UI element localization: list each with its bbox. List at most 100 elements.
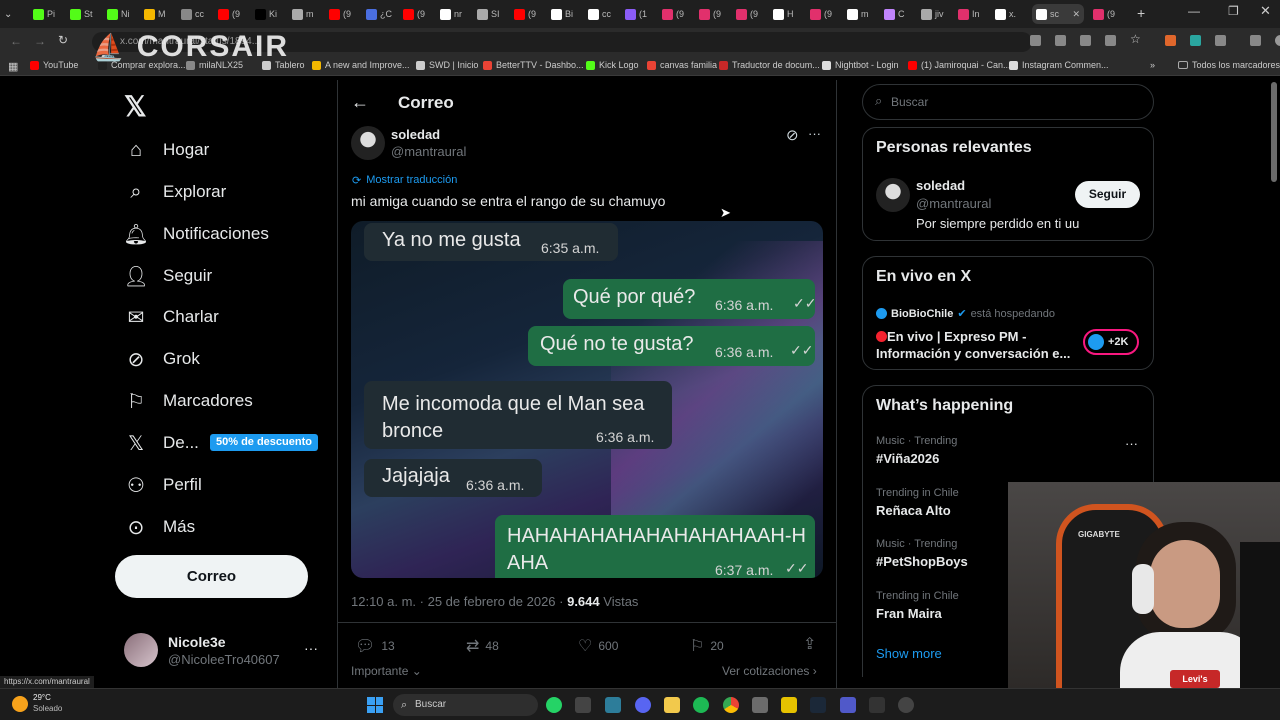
sidebar-item-notificaciones[interactable]: 🔔︎ Notificaciones (123, 219, 269, 249)
relevant-handle[interactable]: @mantraural (916, 196, 991, 211)
browser-tab[interactable]: cc (588, 4, 616, 24)
taskbar-search[interactable]: ⌕ Buscar (393, 694, 538, 716)
extensions-puzzle-icon[interactable] (1214, 35, 1226, 46)
browser-tab[interactable]: (9 (1093, 4, 1121, 24)
browser-tab[interactable]: (9 (736, 4, 764, 24)
post-image[interactable]: Ya no me gusta 6:35 a.m. Qué por qué? 6:… (351, 221, 823, 578)
view-quotes-link[interactable]: Ver cotizaciones › (722, 664, 817, 678)
apps-grid-icon[interactable]: ▦ (8, 60, 18, 73)
sidebar-icon[interactable] (1249, 35, 1261, 46)
author-name[interactable]: soledad (391, 127, 440, 142)
weather-temp[interactable]: 29°C (33, 693, 51, 702)
avatar[interactable] (876, 178, 910, 212)
repost-button[interactable]: ⇄ 48 (466, 636, 499, 656)
browser-tab[interactable]: Ni (107, 4, 135, 24)
post-more-icon[interactable]: ··· (808, 126, 821, 141)
browser-tab[interactable]: St (70, 4, 98, 24)
sidebar-item-charlar[interactable]: ✉ Charlar (124, 302, 219, 332)
browser-tab[interactable]: sc ✕ (1032, 4, 1084, 24)
steam-icon[interactable] (810, 697, 826, 713)
live-host-name[interactable]: BioBioChile (891, 308, 953, 320)
reload-icon[interactable]: ↻ (58, 33, 68, 47)
back-arrow-icon[interactable]: ← (351, 92, 369, 113)
whatsapp-icon[interactable] (546, 697, 562, 713)
sidebar-item-explorar[interactable]: ⌕ Explorar (124, 177, 226, 207)
bookmark-item[interactable]: Kick Logo (586, 60, 639, 70)
account-more-icon[interactable]: ··· (304, 640, 318, 656)
bookmark-item[interactable]: YouTube (30, 60, 78, 70)
browser-tab[interactable]: Pi (33, 4, 61, 24)
share-icon[interactable]: ⇪ (803, 634, 816, 654)
browser-tab[interactable]: C (884, 4, 912, 24)
page-scrollbar-thumb[interactable] (1271, 82, 1277, 182)
file-explorer-icon[interactable] (664, 697, 680, 713)
zoom-icon[interactable] (1055, 35, 1066, 46)
grok-icon[interactable]: ⊘ (786, 126, 799, 144)
translate-link[interactable]: ⟳ Mostrar traducción (352, 174, 457, 187)
follow-button[interactable]: Seguir (1075, 181, 1140, 208)
bookmark-item[interactable]: Instagram Commen... (1009, 60, 1109, 70)
bookmark-button[interactable]: ⚐ 20 (690, 636, 724, 656)
avatar[interactable] (124, 633, 158, 667)
app-icon[interactable] (752, 697, 768, 713)
browser-tab[interactable]: SI (477, 4, 505, 24)
browser-tab[interactable]: (9 (699, 4, 727, 24)
bookmark-item[interactable]: A new and Improve... (312, 60, 410, 70)
tab-close-icon[interactable]: ✕ (1072, 9, 1080, 20)
browser-tab[interactable]: Bi (551, 4, 579, 24)
x-logo-icon[interactable]: 𝕏 (124, 90, 147, 123)
discord-icon[interactable] (635, 697, 651, 713)
app-icon[interactable] (869, 697, 885, 713)
close-window-button[interactable]: ✕ (1260, 3, 1271, 19)
back-icon[interactable]: ← (10, 34, 22, 48)
sidebar-item-ms[interactable]: ⊙ Más (124, 512, 196, 542)
trend-item[interactable]: Music · Trending #PetShopBoys (876, 538, 968, 569)
teams-icon[interactable] (840, 697, 856, 713)
spotify-icon[interactable] (693, 697, 709, 713)
browser-tab[interactable]: (9 (810, 4, 838, 24)
maximize-button[interactable]: ❐ (1228, 4, 1239, 18)
star-icon[interactable]: ☆ (1130, 32, 1141, 46)
app-icon[interactable] (898, 697, 914, 713)
browser-tab[interactable]: cc (181, 4, 209, 24)
sidebar-item-hogar[interactable]: ⌂ Hogar (124, 135, 209, 165)
like-button[interactable]: ♡ 600 (578, 636, 618, 656)
browser-tab[interactable]: (9 (662, 4, 690, 24)
all-bookmarks-folder[interactable]: Todos los marcadores (1178, 60, 1280, 70)
browser-tab[interactable]: m (292, 4, 320, 24)
browser-tab[interactable]: jiv (921, 4, 949, 24)
browser-tab[interactable]: (9 (403, 4, 431, 24)
extension-icon[interactable] (1164, 35, 1176, 46)
bookmark-item[interactable]: Traductor de docum... (719, 60, 820, 70)
bookmark-item[interactable]: (1) Jamiroquai - Can... (908, 60, 1011, 70)
trend-item[interactable]: Trending in Chile Fran Maira (876, 590, 959, 621)
translate-icon[interactable] (1030, 35, 1041, 46)
app-icon[interactable] (575, 697, 591, 713)
live-text[interactable]: En vivo | Expreso PM - Información y con… (876, 328, 1076, 362)
reply-button[interactable]: 💬︎ 13 (355, 636, 395, 656)
weather-sun-icon[interactable] (12, 696, 28, 712)
windows-start-icon[interactable] (367, 697, 383, 713)
install-icon[interactable] (1080, 35, 1091, 46)
new-tab-button[interactable]: + (1137, 5, 1145, 21)
browser-tab[interactable]: x. (995, 4, 1023, 24)
weather-label[interactable]: Soleado (33, 704, 62, 713)
post-button[interactable]: Correo (115, 555, 308, 598)
author-avatar[interactable] (351, 126, 385, 160)
forward-icon[interactable]: → (34, 34, 46, 48)
browser-tab[interactable]: (9 (514, 4, 542, 24)
bookmark-item[interactable]: canvas familia (647, 60, 717, 70)
browser-tab[interactable]: (1 (625, 4, 653, 24)
post-timestamp[interactable]: 12:10 a. m. · 25 de febrero de 2026 · (351, 594, 567, 609)
trend-more-icon[interactable]: ··· (1125, 436, 1138, 451)
sticky-notes-icon[interactable] (781, 697, 797, 713)
trend-item[interactable]: Music · Trending #Viña2026 (876, 435, 957, 466)
author-handle[interactable]: @mantraural (391, 144, 466, 159)
sidebar-item-seguir[interactable]: 👤︎ Seguir (123, 261, 212, 291)
sidebar-item-marcadores[interactable]: ⚐ Marcadores (124, 386, 253, 416)
bookmark-item[interactable]: BetterTTV - Dashbo... (483, 60, 584, 70)
browser-tab[interactable]: m (847, 4, 875, 24)
browser-tab[interactable]: nr (440, 4, 468, 24)
browser-tab[interactable]: M (144, 4, 172, 24)
notepad-icon[interactable] (605, 697, 621, 713)
